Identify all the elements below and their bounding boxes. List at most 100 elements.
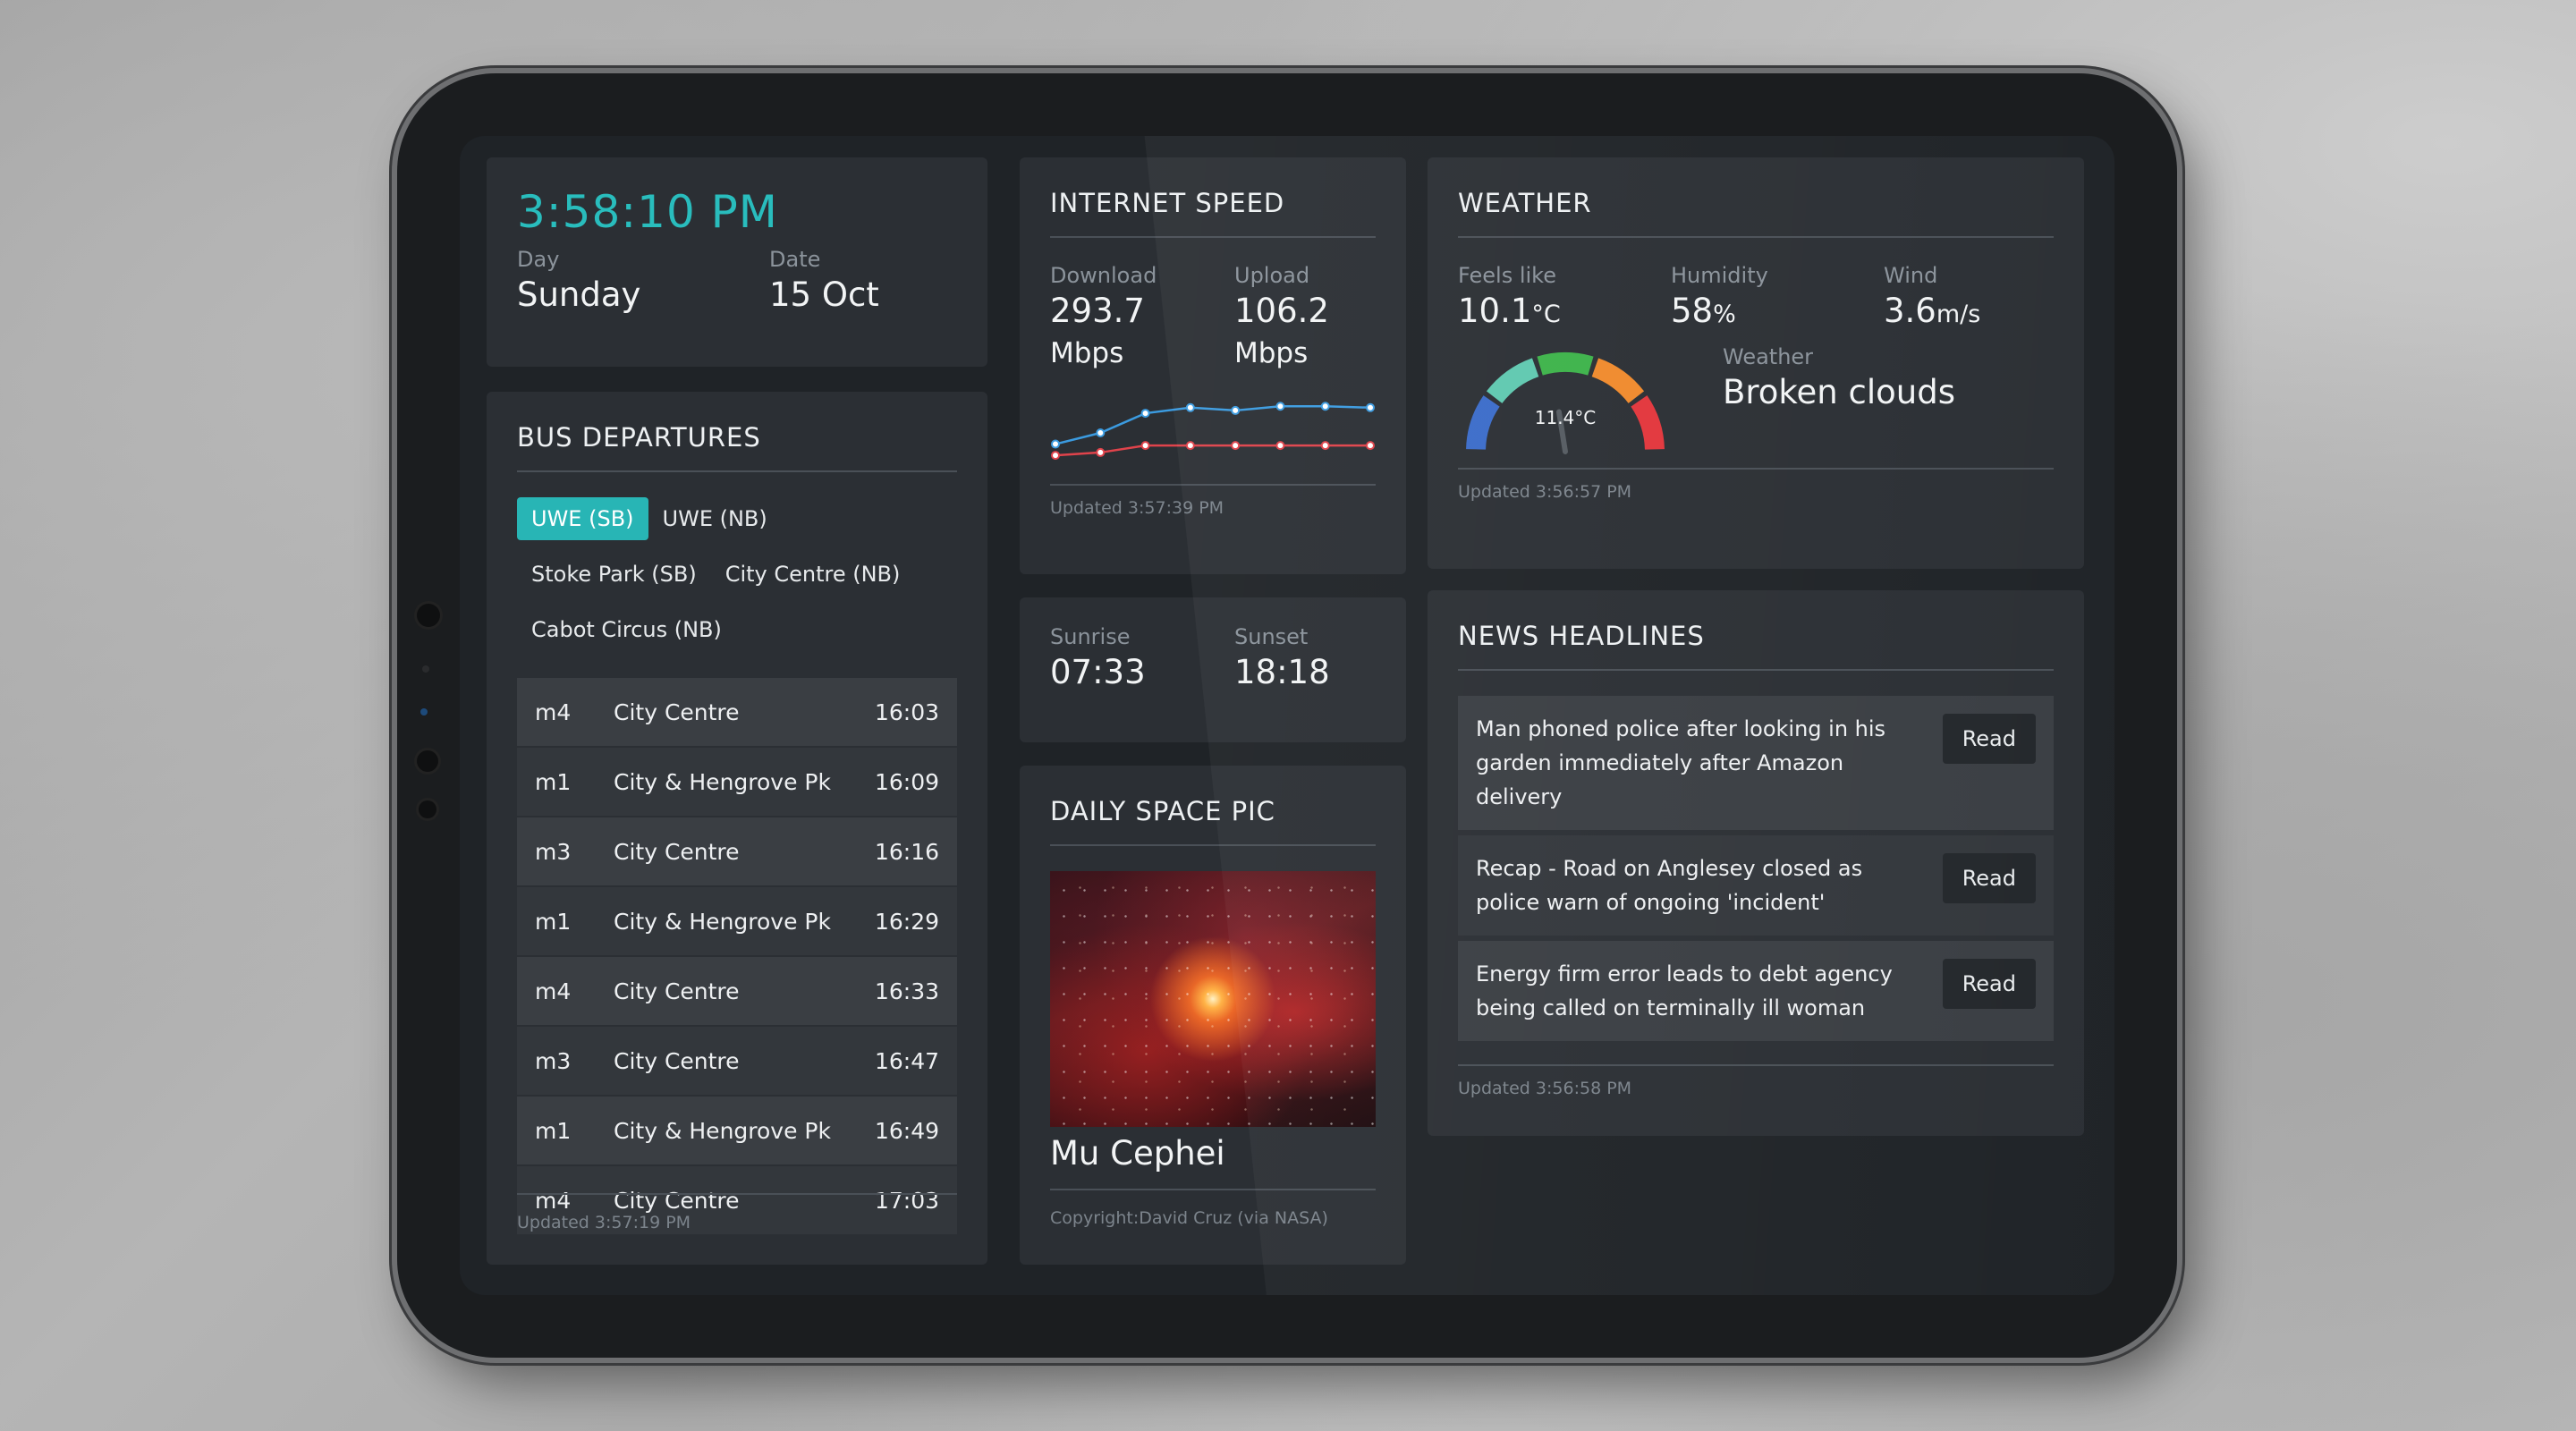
news-item: Man phoned police after looking in his g… (1458, 696, 2054, 830)
news-card: NEWS HEADLINES Man phoned police after l… (1428, 590, 2084, 1136)
news-headline: Energy firm error leads to debt agency b… (1476, 961, 1893, 1020)
news-updated: Updated 3:56:58 PM (1458, 1079, 1632, 1098)
bus-row: m3 City Centre 16:47 (517, 1027, 957, 1095)
space-pic-name: Mu Cephei (1050, 1134, 1376, 1190)
bus-time-cell: 16:29 (874, 908, 939, 935)
feels-like-label: Feels like (1458, 263, 1556, 288)
speed-data-point (1185, 441, 1195, 451)
weather-card: WEATHER Feels like 10.1°C Humidity 58% W… (1428, 157, 2084, 569)
upload-value: 106.2 (1234, 292, 1329, 330)
bus-route-cell: m1 (535, 1117, 572, 1144)
bus-row: m1 City & Hengrove Pk 16:49 (517, 1097, 957, 1164)
humidity-value: 58 (1671, 292, 1714, 330)
speed-series-line (1055, 404, 1371, 445)
speed-data-point (1185, 402, 1195, 412)
bus-dest-cell: City Centre (614, 978, 740, 1004)
read-button[interactable]: Read (1942, 853, 2036, 903)
temperature-gauge (1466, 352, 1665, 454)
bus-row: m4 City Centre 16:33 (517, 957, 957, 1025)
wind-value: 3.6 (1884, 292, 1936, 330)
read-button[interactable]: Read (1942, 714, 2036, 764)
news-headline: Recap - Road on Anglesey closed as polic… (1476, 856, 1863, 915)
bus-time-cell: 16:03 (874, 699, 939, 725)
internet-title: INTERNET SPEED (1050, 188, 1376, 238)
weather-updated: Updated 3:56:57 PM (1458, 482, 1632, 502)
news-item: Recap - Road on Anglesey closed as polic… (1458, 835, 2054, 936)
sunset-label: Sunset (1234, 624, 1309, 649)
bus-time-cell: 16:49 (874, 1117, 939, 1144)
speed-data-point (1096, 428, 1106, 437)
bus-departures-card: BUS DEPARTURES UWE (SB) UWE (NB) Stoke Par… (487, 392, 987, 1265)
bus-tab[interactable]: Cabot Circus (NB) (517, 608, 736, 651)
speed-data-point (1231, 441, 1241, 451)
speed-history-chart (1051, 402, 1375, 461)
speed-data-point (1051, 439, 1060, 449)
bus-updated: Updated 3:57:19 PM (517, 1213, 691, 1232)
speed-data-point (1140, 441, 1150, 451)
gauge-segment (1591, 358, 1645, 404)
feels-like-value: 10.1 (1458, 292, 1532, 330)
sun-times-card: Sunrise 07:33 Sunset 18:18 (1020, 597, 1406, 742)
bus-tab[interactable]: Stoke Park (SB) (517, 553, 711, 596)
bus-row: m1 City & Hengrove Pk 16:09 (517, 748, 957, 816)
bus-row: m4 City Centre 16:03 (517, 678, 957, 746)
wind-label: Wind (1884, 263, 1938, 288)
feels-like-unit: °C (1531, 301, 1561, 328)
speed-data-point (1320, 402, 1330, 411)
wind-unit: m/s (1936, 301, 1981, 328)
space-image[interactable] (1050, 871, 1376, 1127)
space-title: DAILY SPACE PIC (1050, 796, 1376, 846)
bus-dest-cell: City & Hengrove Pk (614, 768, 831, 795)
bus-table: m4 City Centre 16:03 m1 City & Hengrove Pk 16… (517, 678, 957, 1234)
humidity-label: Humidity (1671, 263, 1768, 288)
bus-dest-cell: City & Hengrove Pk (614, 908, 831, 935)
speed-data-point (1366, 402, 1375, 412)
bus-route-cell: m1 (535, 768, 572, 795)
bus-tab[interactable]: City Centre (NB) (711, 553, 915, 596)
day-label: Day (517, 247, 560, 272)
tablet-device: 3:58:10 PM Day Sunday Date 15 Oct BUS DE… (397, 73, 2177, 1358)
bus-time-cell: 16:47 (874, 1047, 939, 1074)
condition-value: Broken clouds (1723, 373, 1955, 411)
bus-dest-cell: City Centre (614, 838, 740, 865)
bus-tab[interactable]: UWE (NB) (648, 497, 782, 540)
humidity-unit: % (1713, 301, 1736, 328)
space-copyright: Copyright:David Cruz (via NASA) (1050, 1208, 1328, 1228)
sunrise-value: 07:33 (1050, 653, 1146, 691)
read-button[interactable]: Read (1942, 959, 2036, 1009)
weather-title: WEATHER (1458, 188, 2054, 238)
sunrise-label: Sunrise (1050, 624, 1131, 649)
download-label: Download (1050, 263, 1157, 288)
bus-tab[interactable]: UWE (SB) (517, 497, 648, 540)
bus-route-cell: m1 (535, 908, 572, 935)
bus-route-cell: m4 (535, 699, 572, 725)
bus-stop-tabs: UWE (SB) UWE (NB) Stoke Park (SB) City Cent… (517, 497, 957, 651)
speed-data-point (1275, 402, 1285, 411)
gauge-segment (1537, 352, 1594, 376)
speed-data-point (1320, 441, 1330, 451)
condition-label: Weather (1723, 344, 1814, 369)
internet-speed-card: INTERNET SPEED Download 293.7 Mbps Uploa… (1020, 157, 1406, 574)
bus-time-cell: 16:16 (874, 838, 939, 865)
bus-time-cell: 16:33 (874, 978, 939, 1004)
clock-card: 3:58:10 PM Day Sunday Date 15 Oct (487, 157, 987, 367)
news-headline: Man phoned police after looking in his g… (1476, 716, 1886, 809)
news-item: Energy firm error leads to debt agency b… (1458, 941, 2054, 1041)
date-label: Date (769, 247, 821, 272)
speed-data-point (1275, 441, 1285, 451)
upload-label: Upload (1234, 263, 1310, 288)
upload-unit: Mbps (1234, 337, 1309, 369)
bus-row: m3 City Centre 16:16 (517, 817, 957, 885)
speed-data-point (1051, 451, 1060, 461)
speed-data-point (1096, 447, 1106, 457)
clock-time: 3:58:10 PM (517, 186, 778, 238)
news-title: NEWS HEADLINES (1458, 621, 2054, 671)
day-value: Sunday (517, 275, 641, 314)
date-value: 15 Oct (769, 275, 879, 314)
bus-title: BUS DEPARTURES (517, 422, 957, 472)
speed-data-point (1231, 405, 1241, 415)
download-value: 293.7 (1050, 292, 1145, 330)
camera-icon (417, 604, 440, 627)
space-pic-card: DAILY SPACE PIC Mu Cephei Copyright:Davi… (1020, 766, 1406, 1265)
speed-data-point (1140, 409, 1150, 419)
